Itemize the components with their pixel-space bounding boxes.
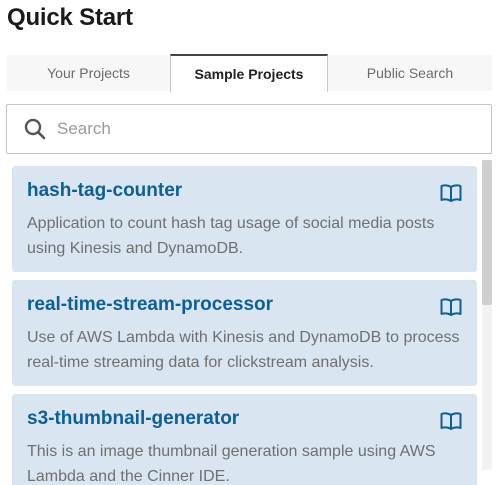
project-description: Use of AWS Lambda with Kinesis and Dynam…: [27, 329, 460, 371]
tab-bar: Your Projects Sample Projects Public Sea…: [7, 54, 492, 92]
tab-sample-projects[interactable]: Sample Projects: [170, 54, 328, 92]
book-icon[interactable]: [440, 297, 462, 317]
scrollbar-thumb[interactable]: [482, 160, 492, 305]
project-description: Application to count hash tag usage of s…: [27, 215, 435, 257]
project-list: hash-tag-counter Application to count ha…: [0, 160, 499, 485]
project-title[interactable]: hash-tag-counter: [27, 180, 182, 202]
book-icon[interactable]: [440, 411, 462, 431]
tab-your-projects[interactable]: Your Projects: [7, 55, 170, 91]
project-card[interactable]: s3-thumbnail-generator This is an image …: [12, 394, 477, 485]
search-icon: [24, 118, 46, 140]
book-icon[interactable]: [440, 183, 462, 203]
project-card[interactable]: hash-tag-counter Application to count ha…: [12, 166, 477, 272]
search-box: [6, 104, 492, 154]
project-card[interactable]: real-time-stream-processor Use of AWS La…: [12, 280, 477, 386]
scrollbar[interactable]: [482, 160, 492, 470]
project-title[interactable]: real-time-stream-processor: [27, 294, 273, 316]
search-input[interactable]: [57, 119, 457, 139]
page-title: Quick Start: [7, 4, 133, 31]
tab-public-search[interactable]: Public Search: [328, 55, 492, 91]
project-title[interactable]: s3-thumbnail-generator: [27, 408, 239, 430]
project-description: This is an image thumbnail generation sa…: [27, 443, 436, 485]
